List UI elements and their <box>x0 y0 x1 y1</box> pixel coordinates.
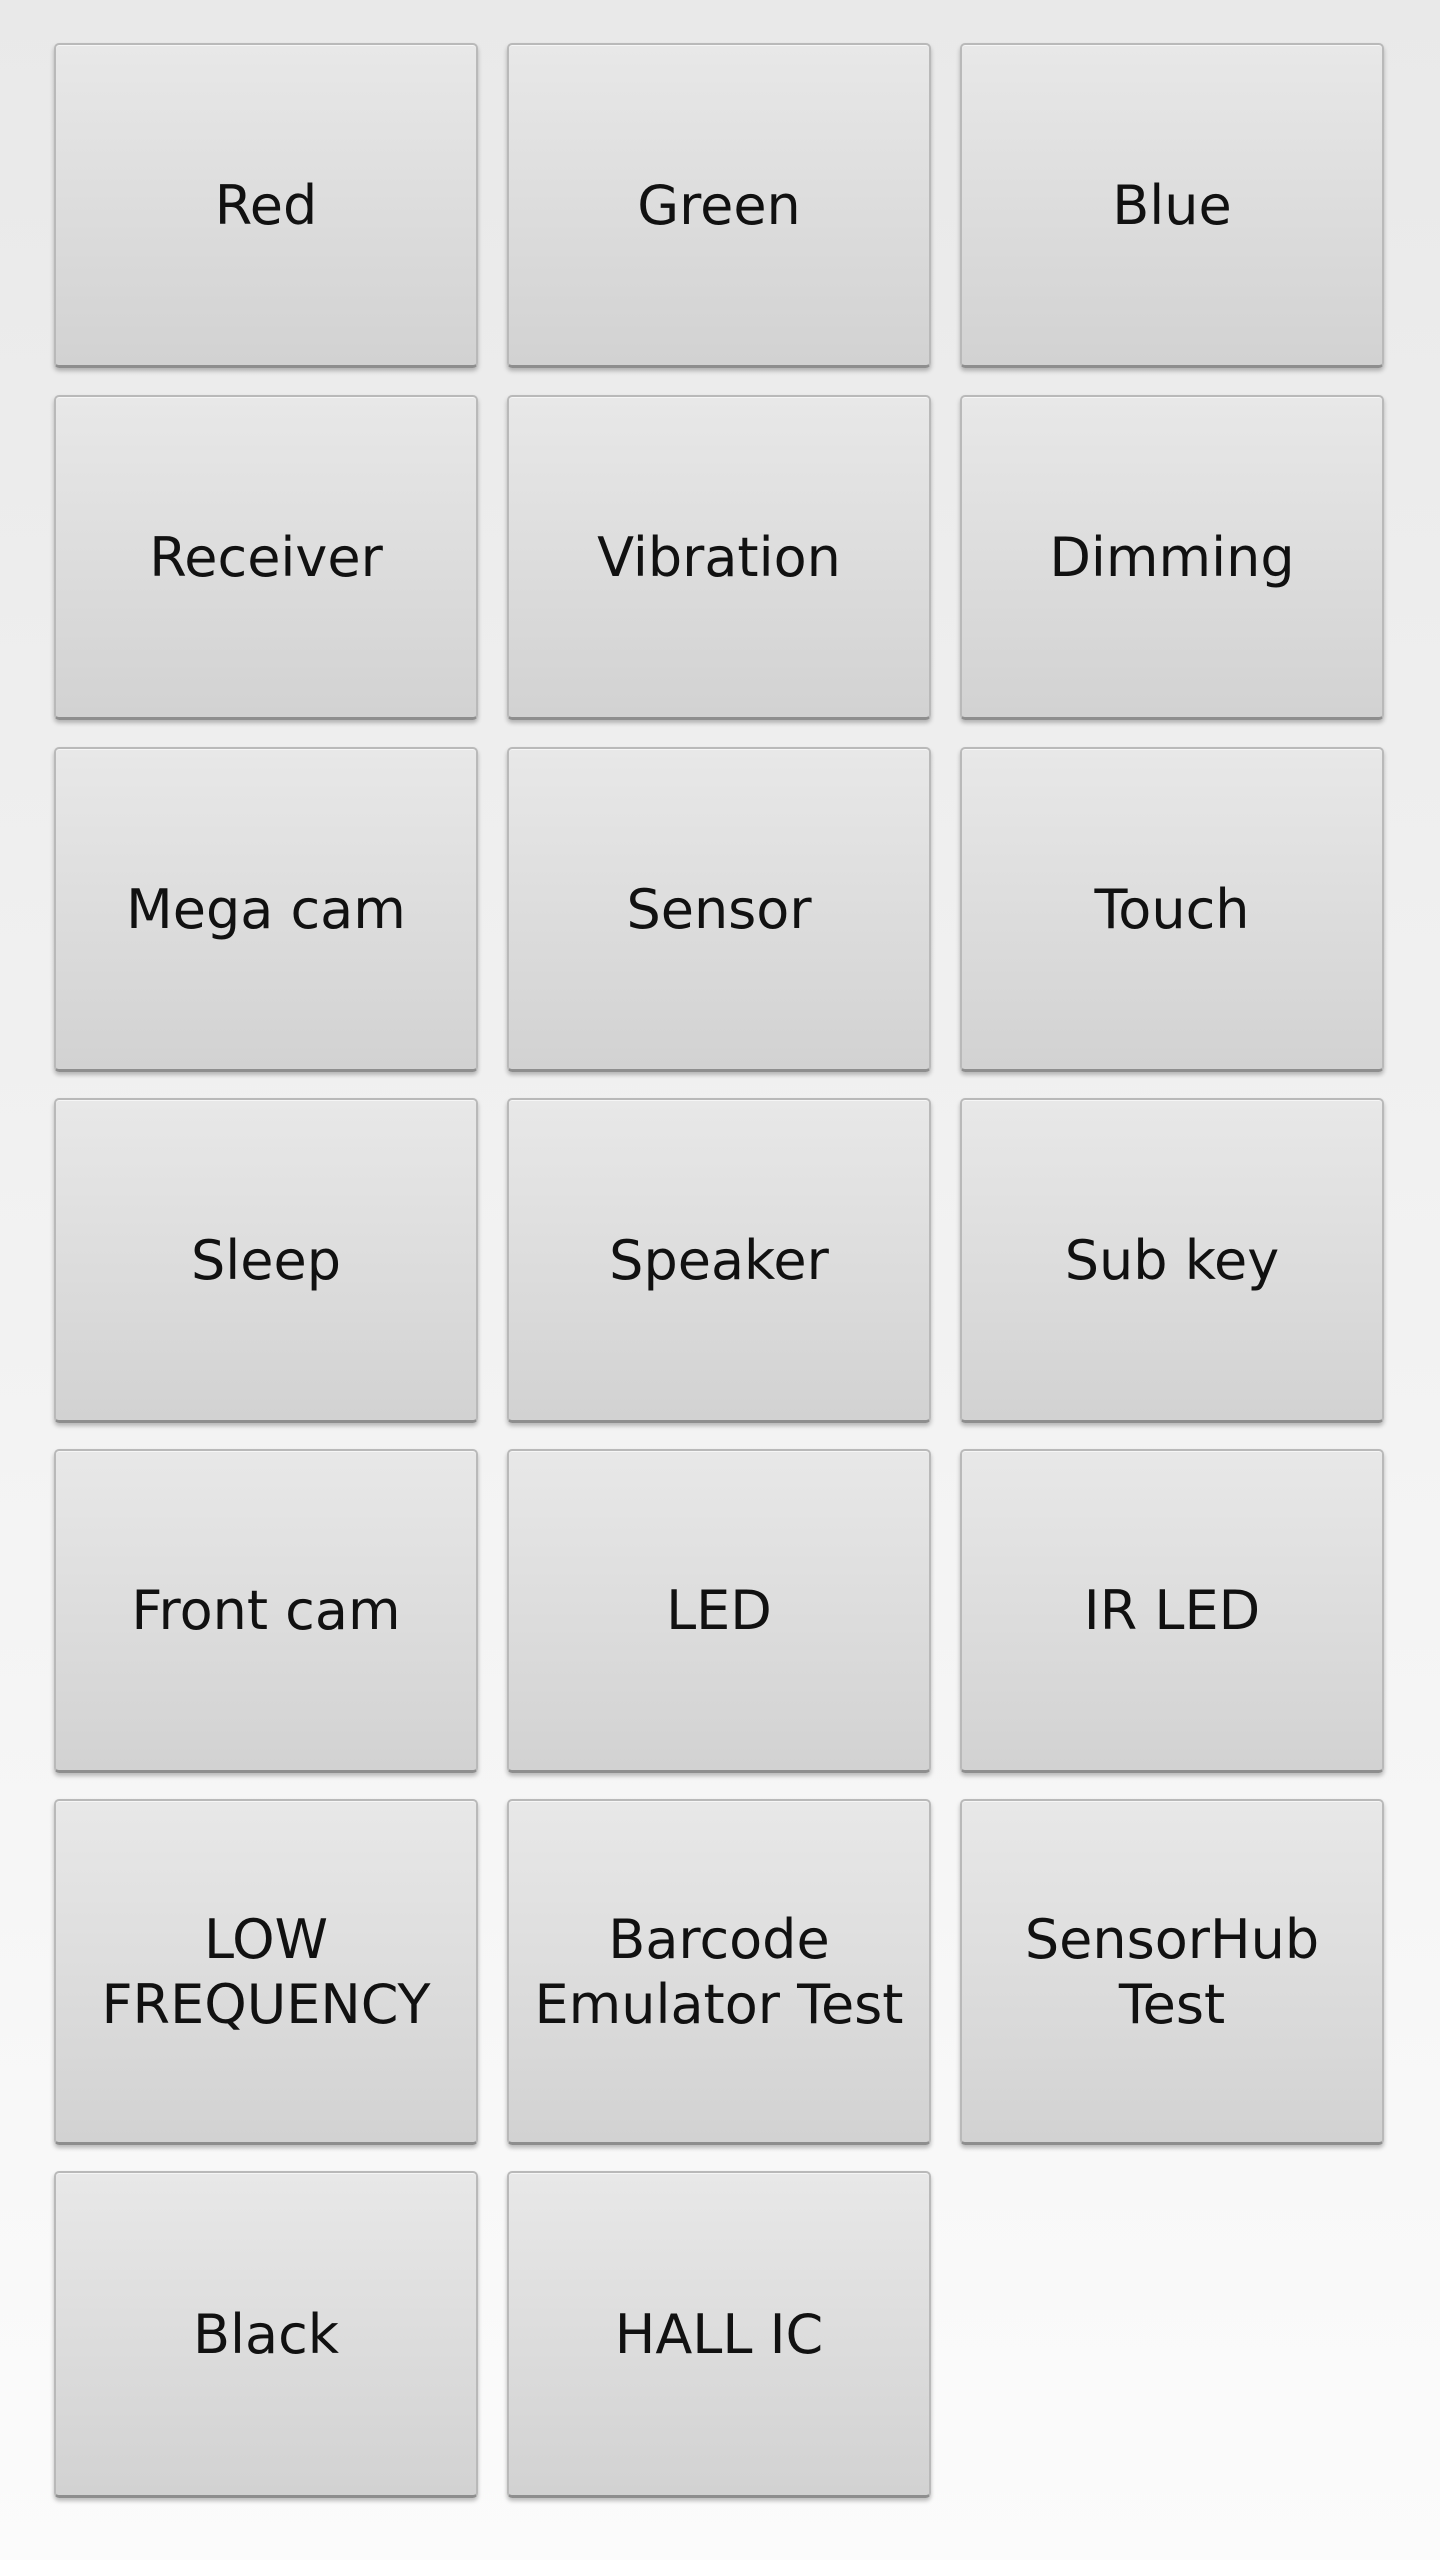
receiver-button[interactable]: Receiver <box>54 395 478 720</box>
blue-button[interactable]: Blue <box>960 43 1384 368</box>
button-label: IR LED <box>1083 1579 1261 1642</box>
ir-led-button[interactable]: IR LED <box>960 1449 1384 1773</box>
button-label: Black <box>192 2302 340 2366</box>
dimming-button[interactable]: Dimming <box>960 395 1384 720</box>
mega-cam-button[interactable]: Mega cam <box>54 747 478 1072</box>
button-label: Blue <box>1112 173 1232 237</box>
sensorhub-test-button[interactable]: SensorHub Test <box>960 1799 1384 2145</box>
button-label: Sub key <box>1064 1228 1280 1292</box>
button-label: Speaker <box>609 1228 829 1292</box>
button-label: Red <box>214 173 318 237</box>
front-cam-button[interactable]: Front cam <box>54 1449 478 1773</box>
button-label: LOW FREQUENCY <box>101 1907 431 2036</box>
sensor-button[interactable]: Sensor <box>507 747 931 1072</box>
button-label: Front cam <box>131 1579 401 1642</box>
button-label: LED <box>666 1579 772 1642</box>
black-button[interactable]: Black <box>54 2171 478 2498</box>
test-menu-grid: Red Green Blue Receiver Vibration Dimmin… <box>0 0 1440 2560</box>
barcode-emulator-test-button[interactable]: Barcode Emulator Test <box>507 1799 931 2145</box>
button-label: SensorHub Test <box>1024 1907 1320 2036</box>
hall-ic-button[interactable]: HALL IC <box>507 2171 931 2498</box>
button-label: Sleep <box>190 1228 341 1292</box>
button-label: HALL IC <box>614 2302 824 2366</box>
button-label: Barcode Emulator Test <box>534 1907 904 2036</box>
button-label: Vibration <box>597 525 841 589</box>
sleep-button[interactable]: Sleep <box>54 1098 478 1423</box>
button-label: Receiver <box>149 525 383 589</box>
button-label: Mega cam <box>126 877 406 941</box>
speaker-button[interactable]: Speaker <box>507 1098 931 1423</box>
red-button[interactable]: Red <box>54 43 478 368</box>
led-button[interactable]: LED <box>507 1449 931 1773</box>
button-label: Touch <box>1094 877 1250 941</box>
low-frequency-button[interactable]: LOW FREQUENCY <box>54 1799 478 2145</box>
green-button[interactable]: Green <box>507 43 931 368</box>
button-label: Green <box>637 173 801 237</box>
button-label: Dimming <box>1049 525 1295 589</box>
sub-key-button[interactable]: Sub key <box>960 1098 1384 1423</box>
vibration-button[interactable]: Vibration <box>507 395 931 720</box>
button-label: Sensor <box>626 877 812 941</box>
touch-button[interactable]: Touch <box>960 747 1384 1072</box>
